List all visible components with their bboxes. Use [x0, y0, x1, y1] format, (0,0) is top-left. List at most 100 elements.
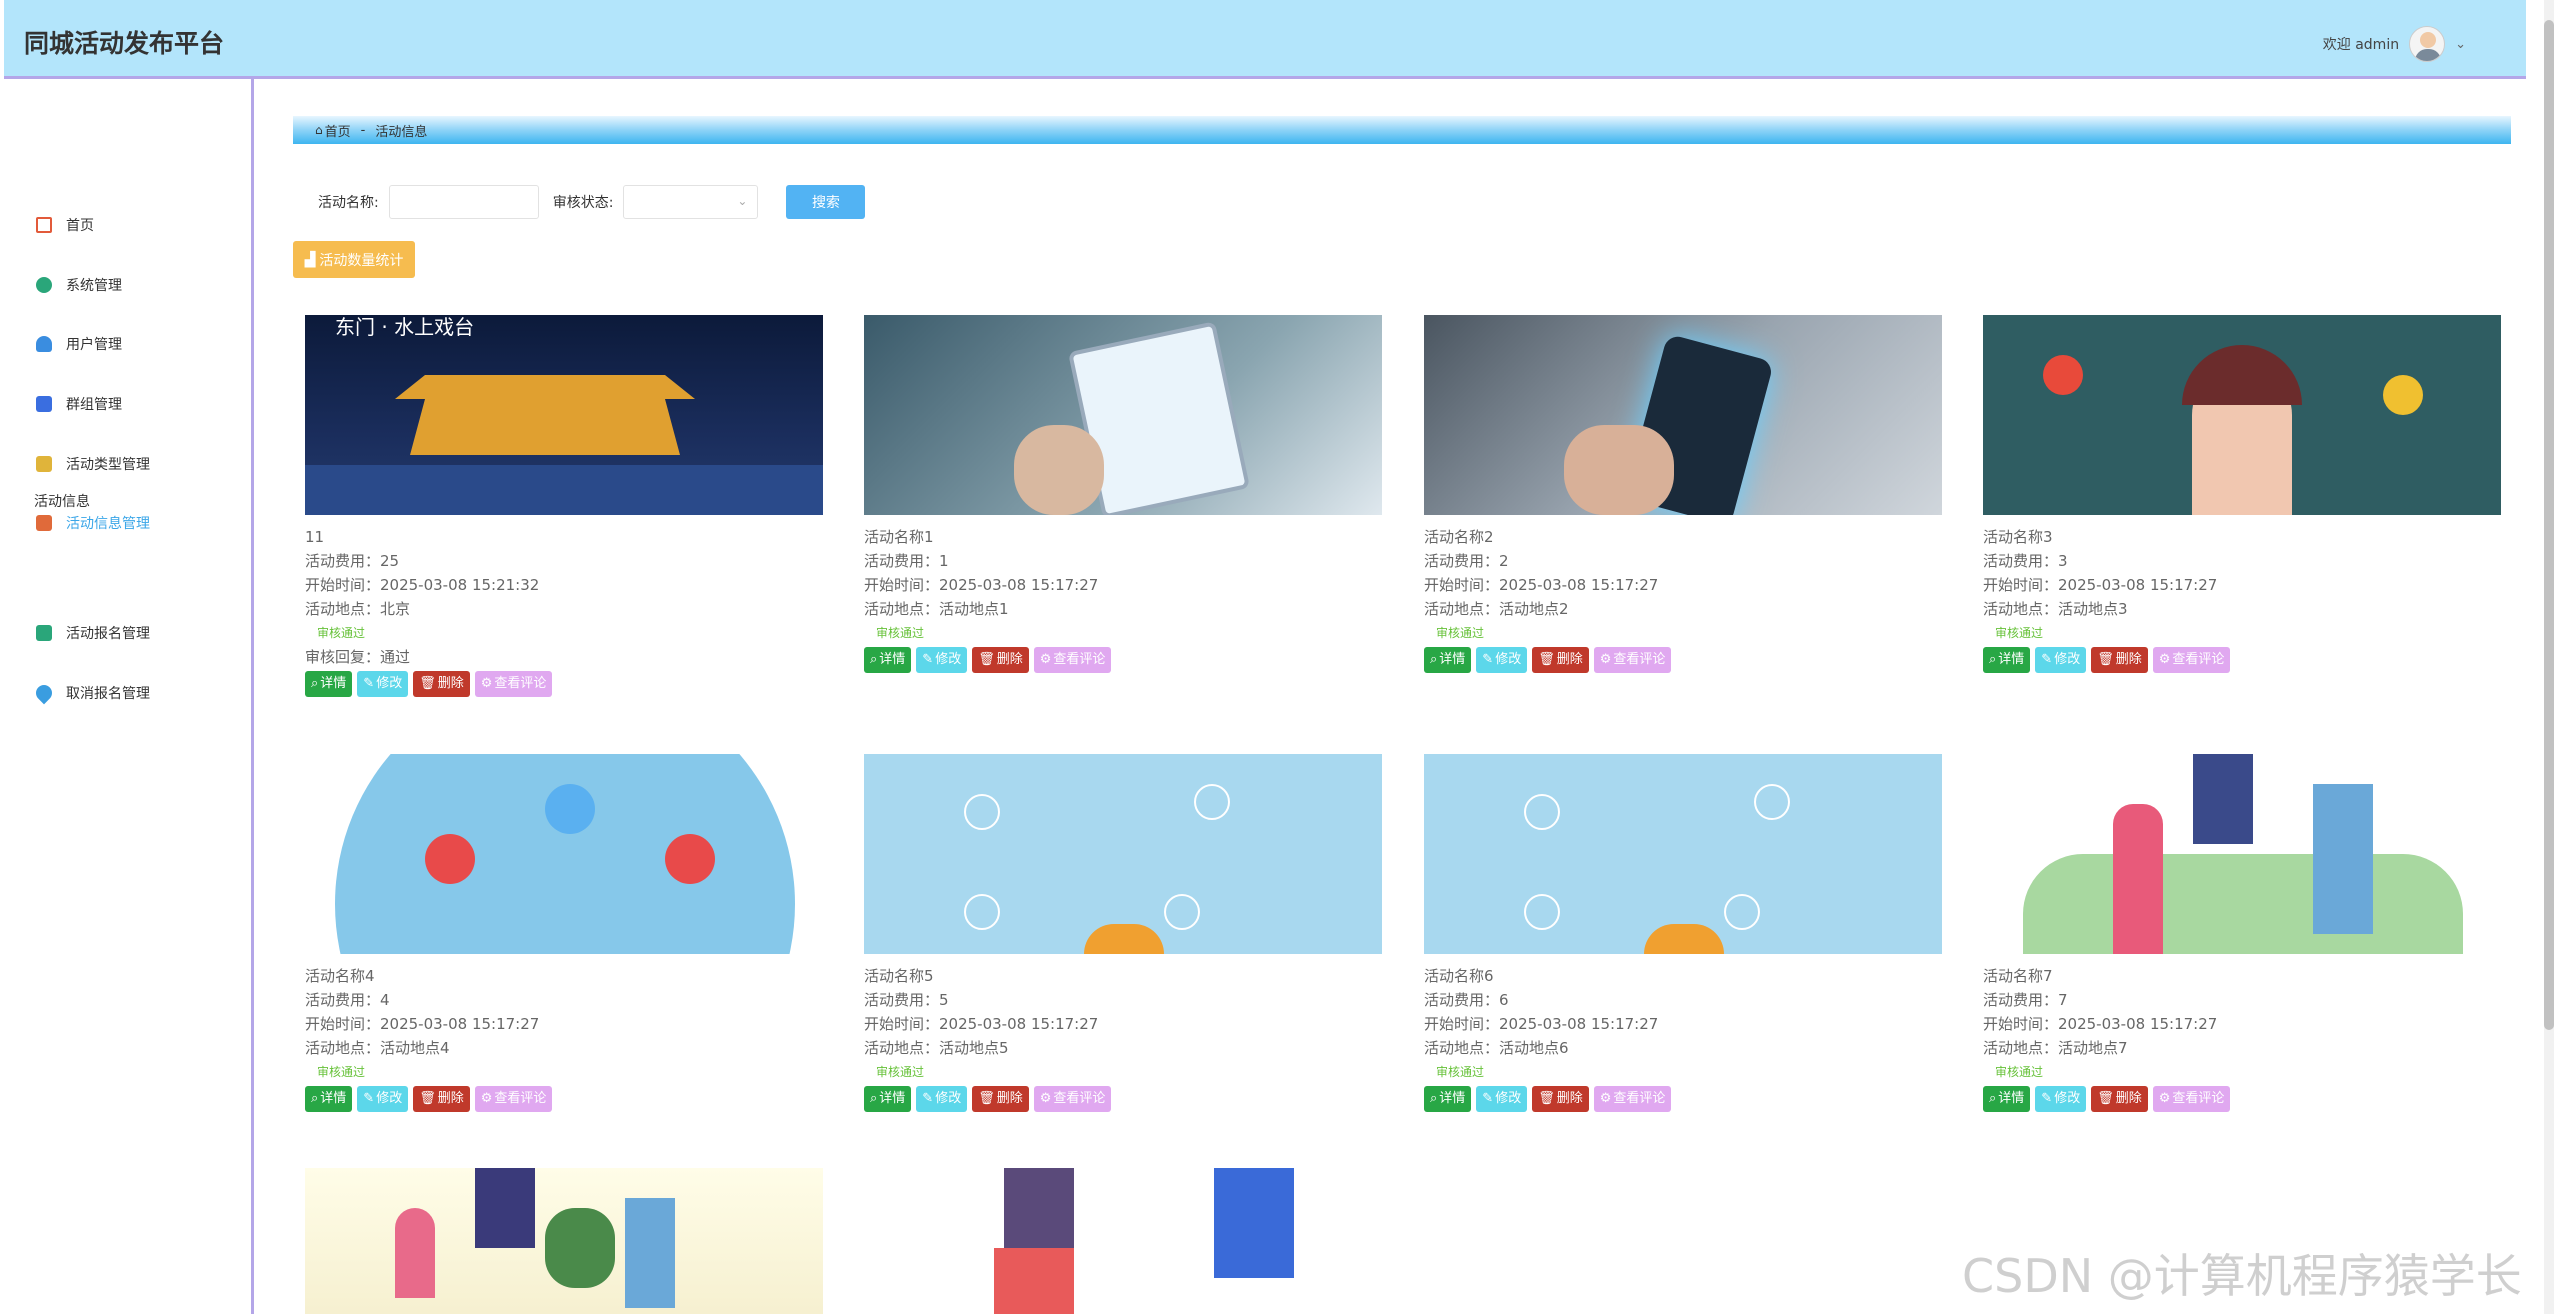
card-image[interactable]: [1983, 315, 2501, 515]
card-image[interactable]: [1424, 754, 1942, 954]
detail-button[interactable]: ⌕ 详情: [1424, 647, 1472, 673]
view-comments-button[interactable]: ⚙ 查看评论: [474, 1086, 553, 1112]
activity-card: 东门 · 水上戏台 11 活动费用：25 开始时间：2025-03-08 15:21:…: [305, 315, 825, 697]
scrollbar-thumb[interactable]: [2544, 20, 2554, 1030]
card-actions: ⌕ 详情 ✎ 修改 🗑 删除 ⚙ 查看评论: [305, 1086, 825, 1112]
edit-button[interactable]: ✎ 修改: [357, 1086, 409, 1112]
card-name: 活动名称1: [864, 528, 934, 546]
pencil-icon: ✎: [922, 652, 934, 667]
activity-card: 活动名称7 活动费用：7 开始时间：2025-03-08 15:17:27 活动地点：…: [1983, 754, 2503, 1112]
card-fee: 活动费用：7: [1983, 991, 2068, 1009]
view-comments-button[interactable]: ⚙ 查看评论: [1593, 647, 1672, 673]
card-place: 活动地点：活动地点5: [864, 1039, 1009, 1057]
activity-card: 活动名称5 活动费用：5 开始时间：2025-03-08 15:17:27 活动地点：…: [864, 754, 1384, 1112]
card-image[interactable]: 东门 · 水上戏台: [305, 315, 823, 515]
status-label: 审核状态:: [552, 195, 614, 211]
avatar[interactable]: [2409, 26, 2446, 62]
sidebar-item-activity-types[interactable]: 活动类型管理: [36, 449, 150, 479]
comment-icon: ⚙: [2158, 1091, 2171, 1106]
watermark: CSDN @计算机程序猿学长: [1962, 1249, 2522, 1303]
card-actions: ⌕ 详情 ✎ 修改 🗑 删除 ⚙ 查看评论: [864, 1086, 1384, 1112]
user-menu[interactable]: 欢迎 admin ⌄: [2323, 26, 2466, 62]
card-place: 活动地点：活动地点2: [1424, 600, 1569, 618]
breadcrumb-home[interactable]: 首页: [325, 121, 351, 140]
card-start-time: 开始时间：2025-03-08 15:17:27: [1983, 576, 2218, 594]
edit-button[interactable]: ✎ 修改: [916, 1086, 968, 1112]
card-image[interactable]: [1424, 315, 1942, 515]
status-select[interactable]: ⌄: [623, 185, 759, 219]
delete-button[interactable]: 🗑 删除: [2091, 647, 2148, 673]
activity-card: 活动名称3 活动费用：3 开始时间：2025-03-08 15:17:27 活动地点：…: [1983, 315, 2503, 673]
delete-button[interactable]: 🗑 删除: [972, 647, 1029, 673]
card-image[interactable]: [864, 315, 1382, 515]
search-icon: ⌕: [870, 1091, 878, 1106]
view-comments-button[interactable]: ⚙ 查看评论: [1033, 1086, 1112, 1112]
home-icon[interactable]: ⌂: [315, 123, 323, 137]
delete-button[interactable]: 🗑 删除: [972, 1086, 1029, 1112]
drop-icon: [32, 681, 56, 705]
detail-button[interactable]: ⌕ 详情: [305, 671, 353, 697]
settings-icon: [36, 277, 52, 293]
pencil-icon: ✎: [363, 1091, 375, 1106]
sidebar-item-signup[interactable]: 活动报名管理: [36, 618, 150, 648]
top-header: 同城活动发布平台 欢迎 admin ⌄: [4, 0, 2526, 79]
home-icon: [36, 217, 52, 233]
card-image: [305, 1168, 823, 1314]
status-badge: 审核通过: [1995, 626, 2044, 640]
delete-button[interactable]: 🗑 删除: [413, 1086, 470, 1112]
card-fee: 活动费用：6: [1424, 991, 1509, 1009]
card-start-time: 开始时间：2025-03-08 15:17:27: [1424, 576, 1659, 594]
view-comments-button[interactable]: ⚙ 查看评论: [1593, 1086, 1672, 1112]
detail-button[interactable]: ⌕ 详情: [1424, 1086, 1472, 1112]
edit-button[interactable]: ✎ 修改: [2035, 1086, 2087, 1112]
detail-button[interactable]: ⌕ 详情: [1983, 647, 2031, 673]
sidebar-item-system[interactable]: 系统管理: [36, 270, 122, 300]
status-badge: 审核通过: [876, 1065, 925, 1079]
activity-name-input[interactable]: [388, 185, 539, 219]
chevron-down-icon[interactable]: ⌄: [2455, 37, 2466, 52]
sidebar-item-groups[interactable]: 群组管理: [36, 389, 122, 419]
edit-button[interactable]: ✎ 修改: [357, 671, 409, 697]
detail-button[interactable]: ⌕ 详情: [864, 647, 912, 673]
calendar-icon: [36, 515, 52, 531]
card-image[interactable]: [305, 754, 823, 954]
stats-button[interactable]: ▟ 活动数量统计: [293, 241, 415, 278]
pencil-icon: ✎: [2041, 1091, 2053, 1106]
card-start-time: 开始时间：2025-03-08 15:21:32: [305, 576, 540, 594]
delete-button[interactable]: 🗑 删除: [1532, 647, 1589, 673]
breadcrumb-current: 活动信息: [375, 124, 428, 140]
search-icon: ⌕: [1989, 1091, 1997, 1106]
sidebar-item-cancel-signup[interactable]: 取消报名管理: [32, 678, 150, 708]
delete-button[interactable]: 🗑 删除: [1532, 1086, 1589, 1112]
sidebar-item-activity-info[interactable]: 活动信息管理: [36, 508, 150, 538]
edit-button[interactable]: ✎ 修改: [1476, 647, 1528, 673]
search-button[interactable]: 搜索: [786, 185, 866, 219]
delete-button[interactable]: 🗑 删除: [413, 671, 470, 697]
activity-card: 活动名称4 活动费用：4 开始时间：2025-03-08 15:17:27 活动地点：…: [305, 754, 825, 1112]
delete-button[interactable]: 🗑 删除: [2091, 1086, 2148, 1112]
detail-button[interactable]: ⌕ 详情: [1983, 1086, 2031, 1112]
card-name: 活动名称6: [1424, 967, 1494, 985]
detail-button[interactable]: ⌕ 详情: [305, 1086, 353, 1112]
view-comments-button[interactable]: ⚙ 查看评论: [1033, 647, 1112, 673]
card-place: 活动地点：活动地点3: [1983, 600, 2128, 618]
card-fee: 活动费用：5: [864, 991, 949, 1009]
card-actions: ⌕ 详情 ✎ 修改 🗑 删除 ⚙ 查看评论: [1424, 1086, 1944, 1112]
detail-button[interactable]: ⌕ 详情: [864, 1086, 912, 1112]
card-image[interactable]: [1983, 754, 2501, 954]
search-icon: ⌕: [1430, 652, 1438, 667]
edit-button[interactable]: ✎ 修改: [916, 647, 968, 673]
view-comments-button[interactable]: ⚙ 查看评论: [2152, 1086, 2231, 1112]
search-icon: ⌕: [311, 1091, 319, 1106]
pencil-icon: ✎: [1482, 652, 1494, 667]
sidebar-item-home[interactable]: 首页: [36, 210, 94, 240]
view-comments-button[interactable]: ⚙ 查看评论: [474, 671, 553, 697]
edit-button[interactable]: ✎ 修改: [2035, 647, 2087, 673]
trash-icon: 🗑: [1538, 652, 1555, 667]
trash-icon: 🗑: [1538, 1091, 1555, 1106]
card-image[interactable]: [864, 754, 1382, 954]
view-comments-button[interactable]: ⚙ 查看评论: [2152, 647, 2231, 673]
card-actions: ⌕ 详情 ✎ 修改 🗑 删除 ⚙ 查看评论: [864, 647, 1384, 673]
edit-button[interactable]: ✎ 修改: [1476, 1086, 1528, 1112]
sidebar-item-users[interactable]: 用户管理: [36, 329, 122, 359]
